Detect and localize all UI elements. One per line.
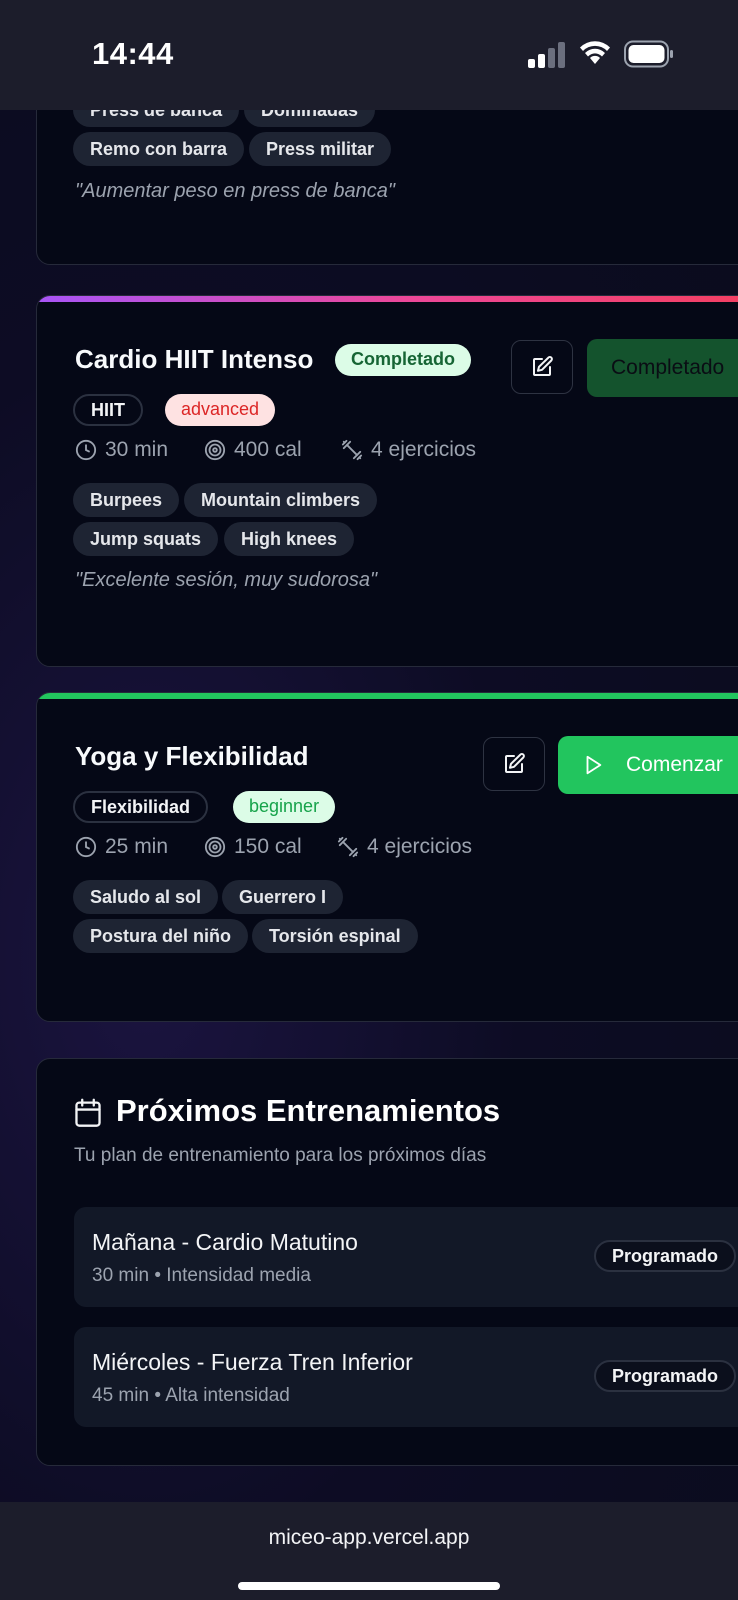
clock-icon — [75, 836, 97, 858]
exercise-tag: Mountain climbers — [184, 483, 378, 517]
url-display[interactable]: miceo-app.vercel.app — [0, 1526, 738, 1550]
category-badge: Flexibilidad — [73, 791, 209, 823]
exercises-meta: 4 ejercicios — [341, 438, 476, 462]
status-time: 14:44 — [92, 36, 174, 71]
completed-button[interactable]: Completado — [587, 339, 738, 397]
card-accent-bar — [37, 296, 738, 302]
exercise-tag: Press militar — [249, 132, 392, 166]
exercise-tag: Saludo al sol — [73, 880, 219, 914]
exercise-tag: High knees — [224, 522, 355, 556]
app-page: 14:44 Press de banca Dominadas Remo con … — [0, 0, 738, 1600]
calories-value: 400 cal — [234, 438, 302, 461]
dumbbell-icon — [337, 836, 359, 858]
category-badge: HIIT — [73, 394, 143, 426]
scheduled-duration: 30 min — [92, 1265, 150, 1286]
play-icon — [586, 755, 602, 775]
card-accent-bar — [37, 693, 738, 699]
workout-card-yoga: Yoga y Flexibilidad Comenzar Flexibilida… — [36, 692, 738, 1022]
scheduled-name: Miércoles - Fuerza Tren Inferior — [92, 1349, 413, 1375]
scheduled-intensity: Intensidad media — [166, 1265, 311, 1286]
clock-icon — [75, 439, 97, 461]
status-badge: Completado — [335, 344, 472, 376]
edit-icon — [533, 356, 553, 376]
scheduled-item[interactable]: Miércoles - Fuerza Tren Inferior 45 min … — [74, 1327, 738, 1427]
scheduled-badge: Programado — [594, 1360, 737, 1392]
workout-note: "Excelente sesión, muy sudorosa" — [75, 569, 378, 591]
scheduled-duration: 45 min — [92, 1385, 150, 1406]
workout-card-cardio: Cardio HIIT Intenso Completado Completad… — [36, 295, 738, 667]
home-indicator[interactable] — [238, 1582, 500, 1590]
calories-meta: 150 cal — [204, 835, 302, 859]
signal-icon — [528, 42, 566, 68]
edit-icon — [505, 753, 525, 773]
level-badge: beginner — [233, 791, 336, 823]
duration-meta: 30 min — [75, 438, 168, 462]
separator-dot: • — [154, 1385, 166, 1406]
calendar-icon — [75, 1098, 101, 1127]
separator-dot: • — [154, 1265, 167, 1286]
edit-button[interactable] — [511, 340, 573, 394]
battery-icon — [624, 40, 673, 68]
duration-value: 30 min — [105, 438, 169, 461]
exercises-meta: 4 ejercicios — [337, 835, 472, 859]
exercise-tag: Guerrero I — [222, 880, 344, 914]
start-button-label: Comenzar — [626, 753, 723, 776]
upcoming-title: Próximos Entrenamientos — [116, 1093, 501, 1128]
scheduled-item[interactable]: Mañana - Cardio Matutino 30 min • Intens… — [74, 1207, 738, 1307]
exercise-tag: Postura del niño — [73, 919, 249, 953]
exercises-value: 4 ejercicios — [367, 835, 473, 858]
workout-note: "Aumentar peso en press de banca" — [75, 180, 395, 202]
exercise-tag: Burpees — [73, 483, 180, 517]
calories-value: 150 cal — [234, 835, 302, 858]
exercise-tag: Torsión espinal — [252, 919, 418, 953]
duration-meta: 25 min — [75, 835, 168, 859]
exercises-value: 4 ejercicios — [371, 438, 477, 461]
upcoming-subtitle: Tu plan de entrenamiento para los próxim… — [74, 1145, 487, 1166]
scheduled-details: 45 min • Alta intensidad — [92, 1385, 290, 1407]
exercise-tag: Remo con barra — [73, 132, 245, 166]
browser-bar: miceo-app.vercel.app — [0, 1502, 738, 1600]
exercise-tag: Jump squats — [73, 522, 219, 556]
dumbbell-icon — [341, 439, 363, 461]
scheduled-details: 30 min • Intensidad media — [92, 1265, 311, 1287]
target-icon — [204, 439, 226, 461]
scheduled-intensity: Alta intensidad — [165, 1385, 290, 1406]
calories-meta: 400 cal — [204, 438, 302, 462]
status-bar: 14:44 — [0, 0, 738, 110]
workout-title: Cardio HIIT Intenso — [75, 344, 314, 374]
edit-button[interactable] — [483, 737, 545, 791]
start-button[interactable]: Comenzar — [558, 736, 738, 794]
scheduled-badge: Programado — [594, 1240, 737, 1272]
target-icon — [204, 836, 226, 858]
wifi-icon — [580, 41, 610, 64]
workout-title: Yoga y Flexibilidad — [75, 741, 309, 771]
duration-value: 25 min — [105, 835, 169, 858]
scheduled-name: Mañana - Cardio Matutino — [92, 1229, 358, 1255]
level-badge: advanced — [165, 394, 276, 426]
